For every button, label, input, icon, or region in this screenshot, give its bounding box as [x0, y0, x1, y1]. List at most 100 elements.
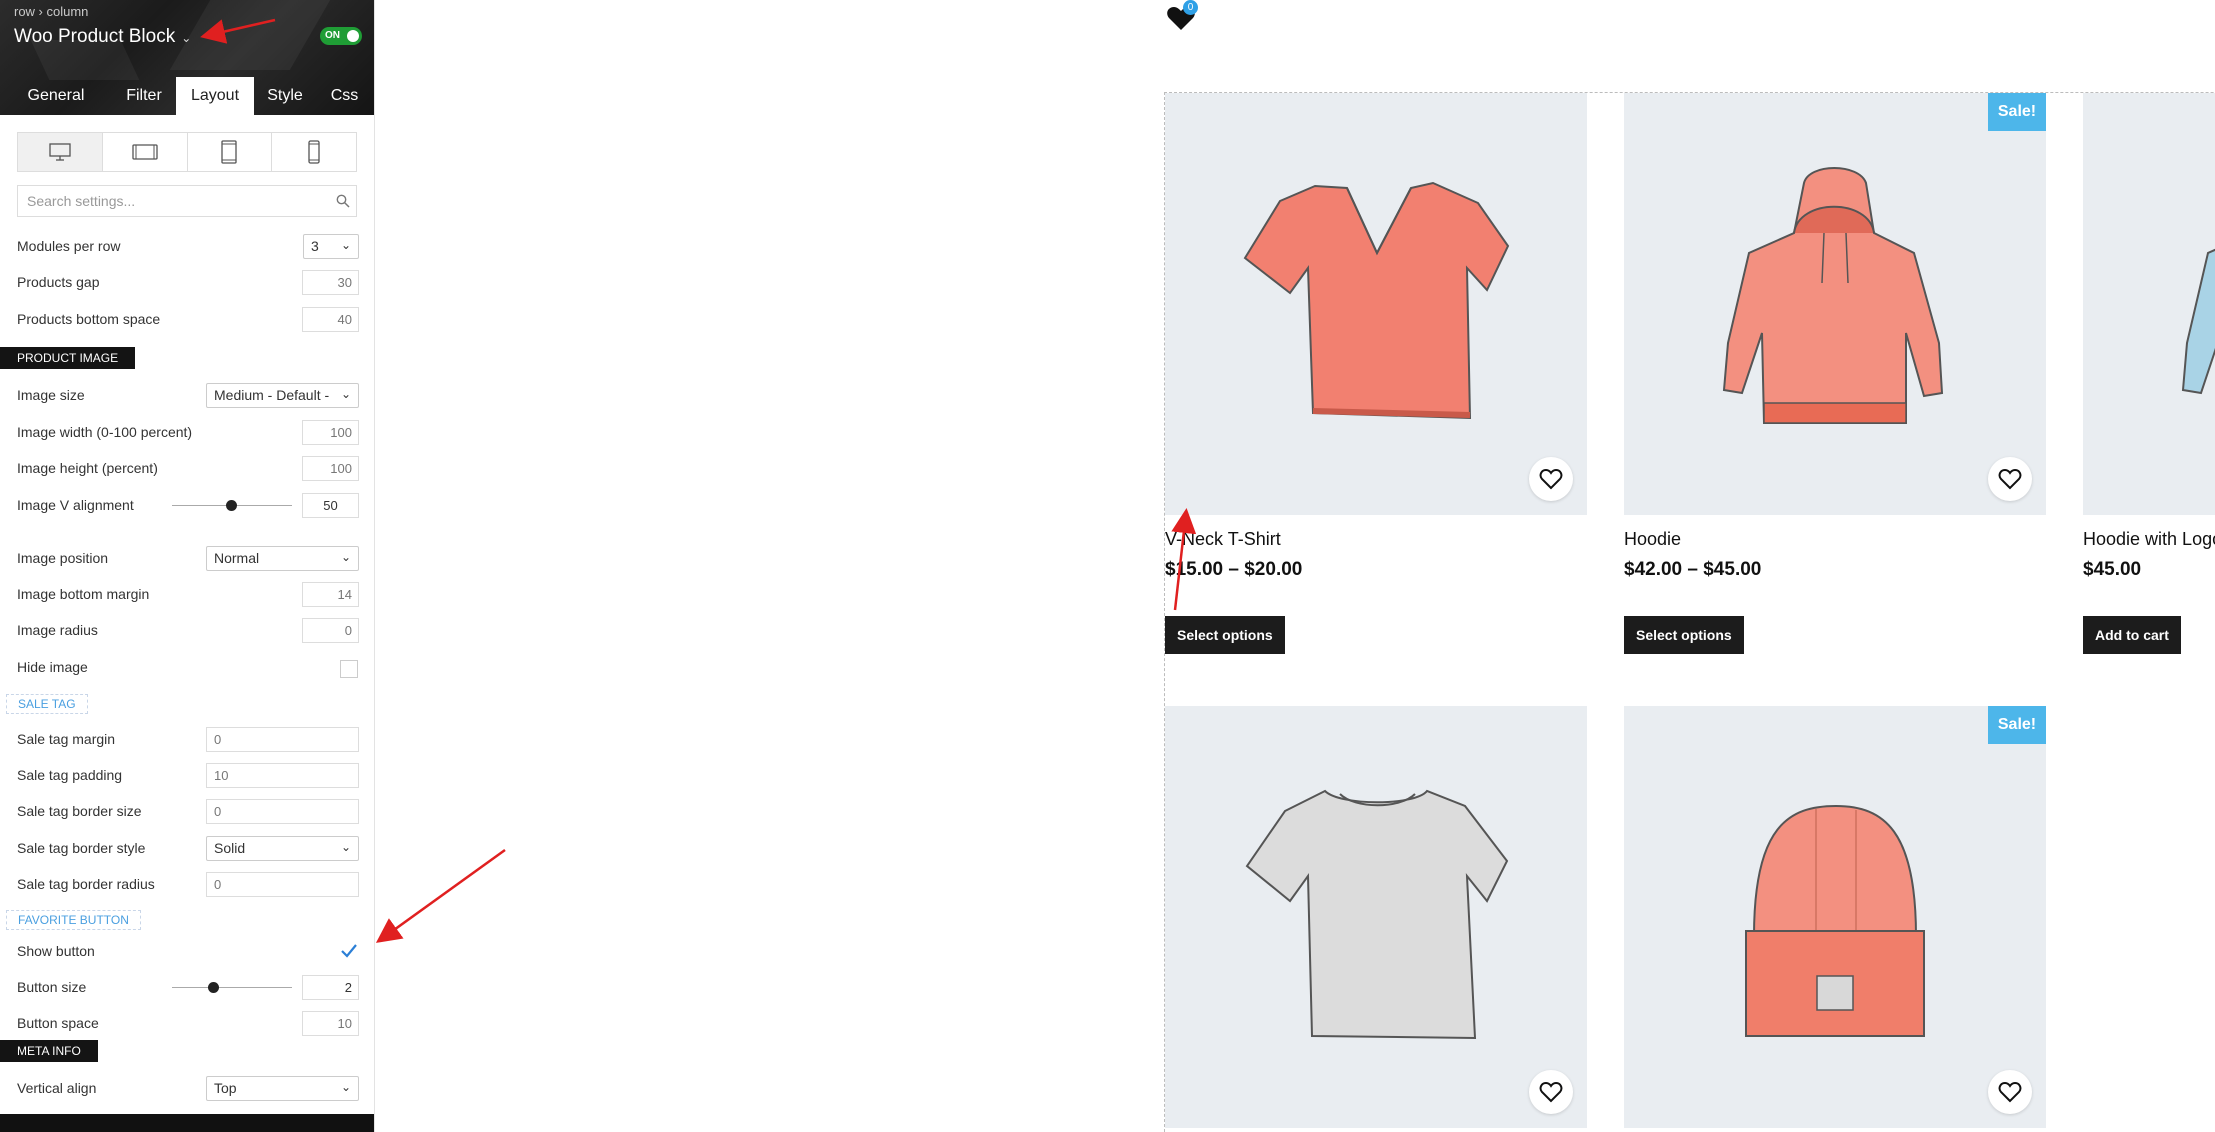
chevron-down-icon[interactable]: ⌄: [181, 31, 191, 45]
sidebar-footer-bar: [0, 1114, 374, 1132]
vertical-align-select[interactable]: Top ⌄: [206, 1076, 359, 1101]
beanie-image: [1745, 804, 1925, 1037]
wishlist-count-badge: 0: [1183, 0, 1198, 15]
setting-products-gap: Products gap 30: [0, 268, 374, 296]
chevron-down-icon: ⌄: [340, 238, 351, 252]
image-size-select[interactable]: Medium - Default - ⌄: [206, 383, 359, 408]
section-heading-meta-info: META INFO: [0, 1040, 98, 1062]
section-heading-favorite-button: FAVORITE BUTTON: [6, 910, 141, 930]
heart-icon: [1998, 468, 2022, 490]
setting-label: Image height (percent): [17, 460, 158, 476]
heart-icon: [1539, 1081, 1563, 1103]
show-button-checkbox[interactable]: [339, 941, 359, 961]
widget-title[interactable]: Woo Product Block ⌄: [14, 26, 191, 48]
favorite-button[interactable]: [1988, 457, 2032, 501]
favorite-button[interactable]: [1529, 1070, 1573, 1114]
setting-label: Image width (0-100 percent): [17, 424, 193, 440]
setting-label: Button space: [17, 1015, 99, 1031]
product-name[interactable]: Hoodie: [1624, 529, 1681, 550]
setting-label: Image bottom margin: [17, 586, 150, 602]
sidebar-header: row › column Woo Product Block ⌄ ON Gener…: [0, 0, 374, 115]
breadcrumb[interactable]: row › column: [14, 4, 88, 19]
product-image[interactable]: [1165, 706, 1587, 1128]
sale-badge: Sale!: [1988, 706, 2046, 744]
setting-button-space: Button space 10: [0, 1009, 374, 1037]
desktop-icon[interactable]: [18, 133, 103, 171]
image-position-select[interactable]: Normal ⌄: [206, 546, 359, 571]
add-to-cart-button[interactable]: Add to cart: [2083, 616, 2181, 654]
setting-vertical-align: Vertical align Top ⌄: [0, 1074, 374, 1102]
section-heading-sale-tag: SALE TAG: [6, 694, 88, 714]
toggle-knob: [347, 30, 359, 42]
sale-tag-padding-input[interactable]: 10: [206, 763, 359, 788]
setting-button-size: Button size 2: [0, 973, 374, 1001]
image-radius-input[interactable]: 0: [302, 618, 359, 643]
image-height-input[interactable]: 100: [302, 456, 359, 481]
tablet-landscape-icon[interactable]: [103, 133, 188, 171]
setting-label: Sale tag margin: [17, 731, 116, 747]
button-space-input[interactable]: 10: [302, 1011, 359, 1036]
sale-tag-margin-input[interactable]: 0: [206, 727, 359, 752]
slider-handle[interactable]: [208, 982, 219, 993]
modules-per-row-select[interactable]: 3 ⌄: [303, 234, 359, 259]
setting-image-radius: Image radius 0: [0, 616, 374, 644]
setting-label: Image radius: [17, 622, 98, 638]
products-gap-input[interactable]: 30: [302, 270, 359, 295]
tab-layout[interactable]: Layout: [176, 77, 254, 115]
select-options-button[interactable]: Select options: [1624, 616, 1744, 654]
search-settings-input[interactable]: Search settings...: [17, 185, 357, 217]
sale-tag-border-radius-input[interactable]: 0: [206, 872, 359, 897]
setting-image-position: Image position Normal ⌄: [0, 544, 374, 572]
image-bottom-margin-input[interactable]: 14: [302, 582, 359, 607]
setting-label: Sale tag border radius: [17, 876, 155, 892]
settings-sidebar: row › column Woo Product Block ⌄ ON Gener…: [0, 0, 375, 1132]
image-v-alignment-input[interactable]: 50: [302, 493, 359, 518]
select-value: Solid: [214, 840, 246, 856]
widget-on-toggle[interactable]: ON: [320, 27, 362, 45]
tab-general[interactable]: General: [0, 77, 112, 115]
image-v-alignment-slider[interactable]: [172, 500, 292, 511]
slider-handle[interactable]: [226, 500, 237, 511]
product-card: Sale! Hoodie $42.00 – $45.00 Select opti…: [1624, 93, 2046, 654]
button-size-input[interactable]: 2: [302, 975, 359, 1000]
mobile-icon[interactable]: [272, 133, 356, 171]
sale-tag-border-size-input[interactable]: 0: [206, 799, 359, 824]
product-image[interactable]: [2083, 93, 2215, 515]
image-width-input[interactable]: 100: [302, 420, 359, 445]
select-value: Medium - Default -: [214, 387, 330, 403]
select-options-button[interactable]: Select options: [1165, 616, 1285, 654]
hide-image-checkbox[interactable]: [340, 660, 358, 678]
chevron-down-icon: ⌄: [340, 840, 351, 854]
setting-label: Image position: [17, 550, 109, 566]
product-image[interactable]: Sale!: [1624, 93, 2046, 515]
button-size-slider[interactable]: [172, 982, 292, 993]
favorite-button[interactable]: [1529, 457, 1573, 501]
setting-hide-image: Hide image: [0, 653, 374, 681]
setting-label: Products bottom space: [17, 311, 161, 327]
product-image[interactable]: [1165, 93, 1587, 515]
favorite-button[interactable]: [1988, 1070, 2032, 1114]
tshirt-grey-image: [1245, 789, 1509, 1040]
tab-bar: General Filter Layout Style Css: [0, 77, 373, 115]
page-preview: 0 V-Neck T-Shirt $15.00 – $20.00 Select …: [375, 0, 2215, 1132]
heart-icon: [1539, 468, 1563, 490]
sale-tag-border-style-select[interactable]: Solid ⌄: [206, 836, 359, 861]
select-value: 3: [311, 238, 319, 254]
product-card: [1165, 706, 1587, 1128]
tablet-portrait-icon[interactable]: [188, 133, 273, 171]
tab-style[interactable]: Style: [254, 77, 316, 115]
setting-image-size: Image size Medium - Default - ⌄: [0, 381, 374, 409]
product-price: $15.00 – $20.00: [1165, 559, 1303, 580]
product-image[interactable]: Sale!: [1624, 706, 2046, 1128]
setting-label: Sale tag border size: [17, 803, 142, 819]
tab-css[interactable]: Css: [316, 77, 373, 115]
product-name[interactable]: Hoodie with Logo: [2083, 529, 2215, 550]
hoodie-image: [1722, 167, 1944, 424]
chevron-down-icon: ⌄: [340, 1080, 351, 1094]
widget-title-label: Woo Product Block: [14, 26, 176, 47]
products-bottom-space-input[interactable]: 40: [302, 307, 359, 332]
setting-modules-per-row: Modules per row 3 ⌄: [0, 232, 374, 260]
product-name[interactable]: V-Neck T-Shirt: [1165, 529, 1281, 550]
setting-label: Show button: [17, 943, 95, 959]
tab-filter[interactable]: Filter: [112, 77, 176, 115]
